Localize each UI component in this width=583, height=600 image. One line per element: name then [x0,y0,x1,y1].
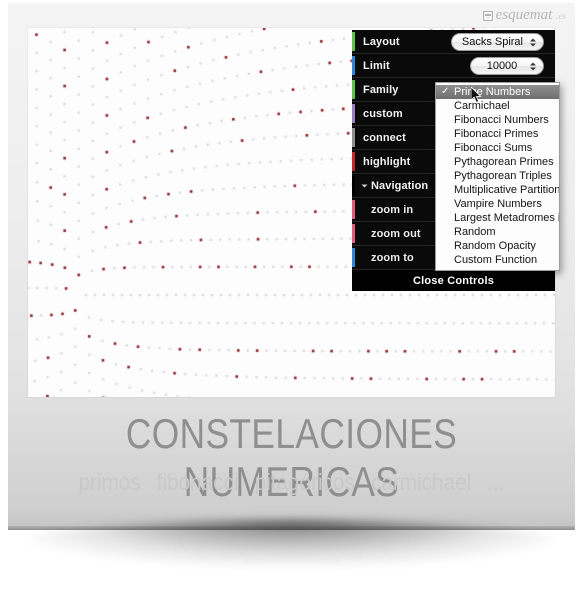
panel-row-label: Navigation [371,179,429,192]
panel-row-label: Limit [363,59,390,72]
subtitle-tag: fibonacci [156,469,239,495]
close-controls-button[interactable]: Close Controls [352,270,555,291]
page-root: esquemat .es Layout Sacks Spiral Limit 1000… [0,0,583,600]
family-menu-item-label: Pythagorean Triples [454,170,552,182]
family-menu-item[interactable]: Fibonacci Numbers [436,113,559,127]
subtitle-tag: carmichael [370,469,472,495]
subtitle-tag: primos [78,469,141,495]
family-menu-item-label: Random Opacity [454,240,536,252]
card-bottom-edge [8,526,575,530]
page-subtitle-tags: primos fibonacci pitagóricos carmichael... [29,468,554,496]
family-menu-item[interactable]: Random Opacity [436,239,559,253]
family-menu-item[interactable]: Pythagorean Primes [436,155,559,169]
panel-row-label: Layout [363,35,400,48]
panel-row-label: highlight [363,155,411,168]
row-accent-bar [352,248,355,267]
window-grid-icon [482,10,493,21]
family-menu-item-label: Custom Function [454,254,538,266]
stepper-arrows-icon [529,60,536,73]
family-menu-item[interactable]: ✓ Prime Numbers [436,85,559,99]
family-menu-item-label: Prime Numbers [454,86,531,98]
brand-name: esquemat [495,7,553,23]
family-menu-item[interactable]: Fibonacci Primes [436,127,559,141]
subtitle-tag: ... [487,469,505,495]
brand-tld: .es [556,10,566,21]
brand-watermark: esquemat .es [482,7,566,24]
family-menu-item-label: Multiplicative Partitions [454,184,560,196]
panel-row-limit[interactable]: Limit 10000 [352,54,555,78]
row-accent-bar [352,32,355,51]
family-menu-item[interactable]: Vampire Numbers [436,197,559,211]
row-accent-bar [352,56,355,75]
panel-row-label: Family [363,83,399,96]
panel-row-layout[interactable]: Layout Sacks Spiral [352,30,555,54]
family-menu-item[interactable]: Multiplicative Partitions [436,183,559,197]
family-menu-item-label: Fibonacci Primes [454,128,539,140]
row-accent-bar [352,104,355,123]
row-accent-bar [352,80,355,99]
limit-select[interactable]: 10000 [470,57,544,75]
stepper-arrows-icon [529,36,536,49]
row-accent-bar [352,224,355,243]
family-menu-item-label: Largest Metadromes in Base [454,212,559,224]
panel-row-label: zoom to [371,251,414,264]
family-menu-item-label: Random [454,226,496,238]
family-menu-item[interactable]: Custom Function [436,253,559,267]
family-menu-item-label: Pythagorean Primes [454,156,554,168]
chevron-down-icon[interactable] [361,184,368,187]
row-accent-bar [352,128,355,147]
panel-row-label: connect [363,131,406,144]
family-menu-item[interactable]: Carmichael [436,99,559,113]
family-dropdown-menu[interactable]: ✓ Prime Numbers Carmichael Fibonacci Number… [435,82,560,271]
family-menu-item[interactable]: Random [436,225,559,239]
row-accent-bar [352,152,355,171]
family-menu-item-label: Fibonacci Numbers [454,114,549,126]
family-menu-item[interactable]: Largest Metadromes in Base [436,211,559,225]
limit-select-value: 10000 [486,60,518,72]
check-icon: ✓ [441,86,450,97]
subtitle-tag: pitagóricos [254,469,355,495]
layout-select-value: Sacks Spiral [461,36,523,48]
family-menu-item-label: Vampire Numbers [454,198,542,210]
family-menu-item[interactable]: Pythagorean Triples [436,169,559,183]
panel-row-label: zoom out [371,227,421,240]
panel-row-label: zoom in [371,203,414,216]
layout-select[interactable]: Sacks Spiral [450,33,544,51]
row-accent-bar [352,200,355,219]
family-menu-item-label: Fibonacci Sums [454,142,533,154]
family-menu-item-label: Carmichael [454,100,510,112]
row-accent-bar [352,176,355,195]
family-menu-item[interactable]: Fibonacci Sums [436,141,559,155]
panel-row-label: custom [363,107,403,120]
